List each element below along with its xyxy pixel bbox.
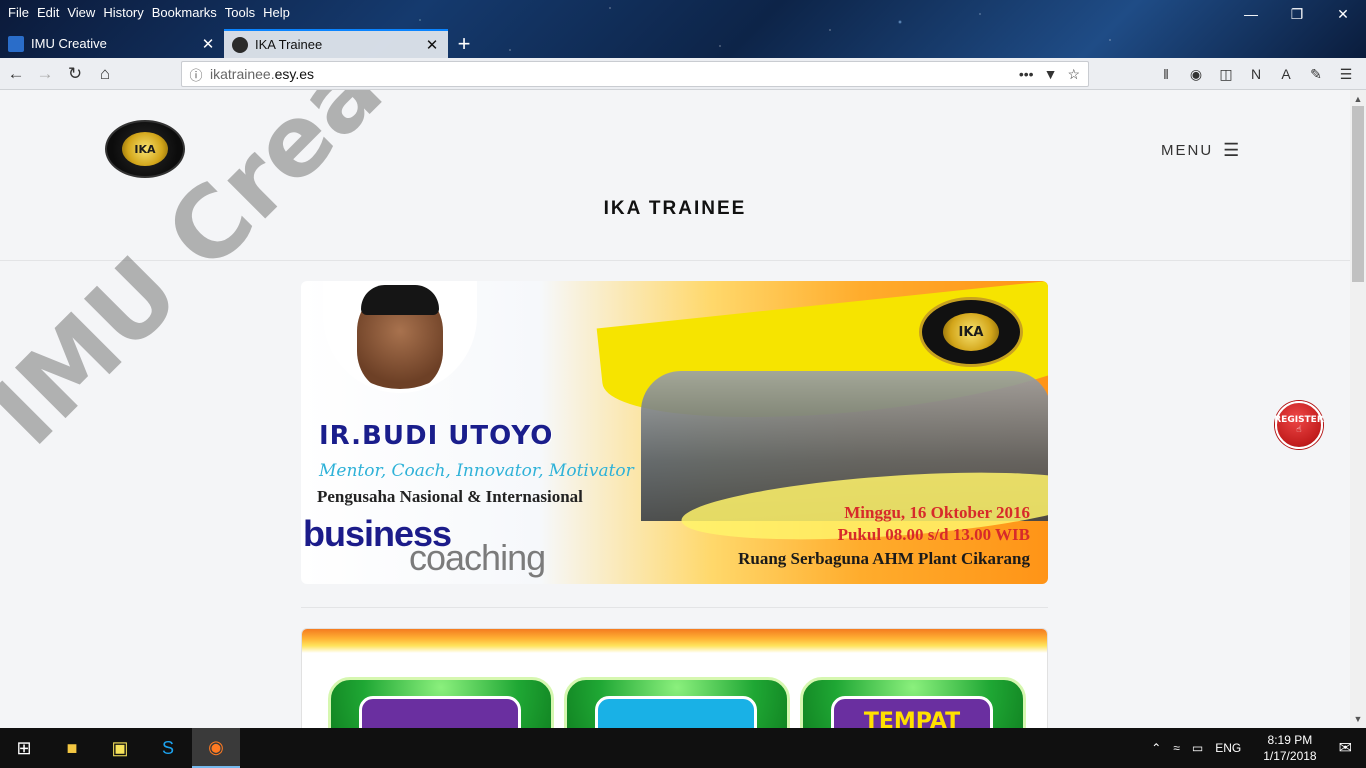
info-pill-2: [564, 677, 790, 728]
event-venue: Ruang Serbaguna AHM Plant Cikarang: [738, 549, 1030, 568]
pen-icon[interactable]: ✎: [1306, 62, 1326, 86]
banner-word-coaching: coaching: [409, 537, 546, 578]
hand-cursor-icon: ☝: [1296, 425, 1302, 435]
info-pill-3: TEMPAT: [800, 677, 1026, 728]
banner-logo: IKA: [919, 297, 1023, 367]
menu-bar: File Edit View History Bookmarks Tools H…: [0, 0, 294, 24]
favicon-icon: [232, 36, 248, 53]
windows-start-icon[interactable]: ⊞: [0, 728, 48, 768]
back-icon[interactable]: ←: [4, 62, 28, 86]
register-label: REGISTER: [1274, 415, 1324, 425]
tab-label: IKA Trainee: [255, 37, 323, 52]
info-pill-1: [328, 677, 554, 728]
info-pill-label: [595, 696, 757, 728]
speaker-subtitle: Pengusaha Nasional & Internasional: [317, 487, 583, 506]
page-actions-icon[interactable]: •••: [1019, 66, 1034, 83]
new-tab-button[interactable]: +: [448, 29, 480, 58]
url-text[interactable]: ikatrainee.esy.es: [210, 66, 1019, 82]
graphic-top-strip: [302, 629, 1047, 653]
reload-icon[interactable]: ↻: [63, 62, 87, 86]
clock[interactable]: 8:19 PM 1/17/2018: [1257, 732, 1322, 764]
minimize-icon[interactable]: —: [1228, 0, 1274, 28]
scroll-down-icon[interactable]: ▼: [1350, 712, 1366, 726]
site-menu-toggle[interactable]: MENU ☰: [1161, 140, 1241, 161]
battery-icon[interactable]: ▭: [1192, 741, 1203, 755]
close-window-icon[interactable]: ✕: [1320, 0, 1366, 28]
banner-logo-emblem: IKA: [943, 313, 999, 351]
info-graphic: TEMPAT: [301, 628, 1048, 728]
menu-edit[interactable]: Edit: [37, 5, 59, 20]
restore-icon[interactable]: ❐: [1274, 0, 1320, 28]
home-icon[interactable]: ⌂: [93, 62, 117, 86]
page-scrollbar[interactable]: ▲ ▼: [1350, 90, 1366, 728]
sidebar-icon[interactable]: ◫: [1216, 62, 1236, 86]
system-tray: ⌃ ≈ ▭ ENG 8:19 PM 1/17/2018 ✉: [1145, 728, 1366, 768]
event-banner: IKA IR.BUDI UTOYO Mentor, Coach, Innovat…: [301, 281, 1048, 584]
close-tab-icon[interactable]: ✕: [424, 36, 440, 54]
logo-emblem: IKA: [122, 132, 168, 166]
menu-help[interactable]: Help: [263, 5, 290, 20]
browser-titlebar: File Edit View History Bookmarks Tools H…: [0, 0, 1366, 58]
speaker-name: IR.BUDI UTOYO: [319, 421, 554, 451]
event-date: Minggu, 16 Oktober 2016: [844, 503, 1030, 522]
menu-tools[interactable]: Tools: [225, 5, 255, 20]
info-icon[interactable]: ⓘ: [182, 65, 210, 84]
favicon-icon: [8, 35, 24, 52]
clock-time: 8:19 PM: [1267, 733, 1313, 747]
toolbar-icons: ‖ ◉ ◫ N A ✎ ☰: [1156, 62, 1356, 86]
pocket-icon[interactable]: ▼: [1044, 66, 1058, 83]
hamburger-menu-icon[interactable]: ☰: [1336, 62, 1356, 86]
clock-date: 1/17/2018: [1263, 749, 1317, 763]
menu-file[interactable]: File: [8, 5, 29, 20]
scroll-up-icon[interactable]: ▲: [1350, 92, 1366, 106]
translate-icon[interactable]: A: [1276, 62, 1296, 86]
window-controls: — ❐ ✕: [1228, 0, 1366, 28]
eye-extension-icon[interactable]: ◉: [1186, 62, 1206, 86]
bookmark-star-icon[interactable]: ☆: [1067, 66, 1080, 83]
event-time: Pukul 08.00 s/d 13.00 WIB: [837, 525, 1030, 544]
tab-bar: IMU Creative ✕ IKA Trainee ✕ +: [0, 29, 480, 58]
windows-taskbar: ⊞ ■ ▣ S ◉ ⌃ ≈ ▭ ENG 8:19 PM 1/17/2018 ✉: [0, 728, 1366, 768]
tab-imu-creative[interactable]: IMU Creative ✕: [0, 29, 224, 58]
tab-label: IMU Creative: [31, 36, 107, 51]
register-button[interactable]: REGISTER ☝: [1274, 401, 1324, 449]
info-pill-label: TEMPAT: [831, 696, 993, 728]
speaker-portrait: [323, 281, 477, 393]
n-extension-icon[interactable]: N: [1246, 62, 1266, 86]
scrollbar-thumb[interactable]: [1352, 106, 1364, 282]
library-icon[interactable]: ‖: [1156, 62, 1176, 86]
firefox-icon[interactable]: ◉: [192, 728, 240, 768]
page-title: IKA TRAINEE: [603, 198, 747, 219]
header-divider: [0, 260, 1350, 261]
tab-ika-trainee[interactable]: IKA Trainee ✕: [224, 29, 448, 58]
page-viewport: IKA MENU ☰ IKA TRAINEE IKA IR.BUDI UTOYO…: [0, 90, 1350, 728]
menu-bookmarks[interactable]: Bookmarks: [152, 5, 217, 20]
skype-icon[interactable]: S: [144, 728, 192, 768]
site-logo[interactable]: IKA: [105, 120, 185, 178]
language-indicator[interactable]: ENG: [1215, 741, 1241, 755]
menu-view[interactable]: View: [67, 5, 95, 20]
wifi-icon[interactable]: ≈: [1173, 741, 1180, 755]
portrait-hair: [361, 285, 439, 315]
close-tab-icon[interactable]: ✕: [200, 35, 216, 53]
file-explorer-icon[interactable]: ■: [48, 728, 96, 768]
chevron-up-icon[interactable]: ⌃: [1151, 741, 1161, 755]
hamburger-icon: ☰: [1223, 140, 1242, 160]
forward-icon[interactable]: →: [33, 62, 57, 86]
speaker-roles: Mentor, Coach, Innovator, Motivator: [319, 461, 634, 481]
navigation-toolbar: ← → ↻ ⌂ ⓘ ikatrainee.esy.es ••• ▼ ☆ ‖ ◉ …: [0, 58, 1366, 90]
content-divider: [301, 607, 1048, 608]
sticky-notes-icon[interactable]: ▣: [96, 728, 144, 768]
menu-label: MENU: [1161, 142, 1214, 159]
notifications-icon[interactable]: ✉: [1339, 738, 1352, 758]
menu-history[interactable]: History: [103, 5, 143, 20]
info-pill-label: [359, 696, 521, 728]
address-bar[interactable]: ⓘ ikatrainee.esy.es ••• ▼ ☆: [181, 61, 1089, 87]
